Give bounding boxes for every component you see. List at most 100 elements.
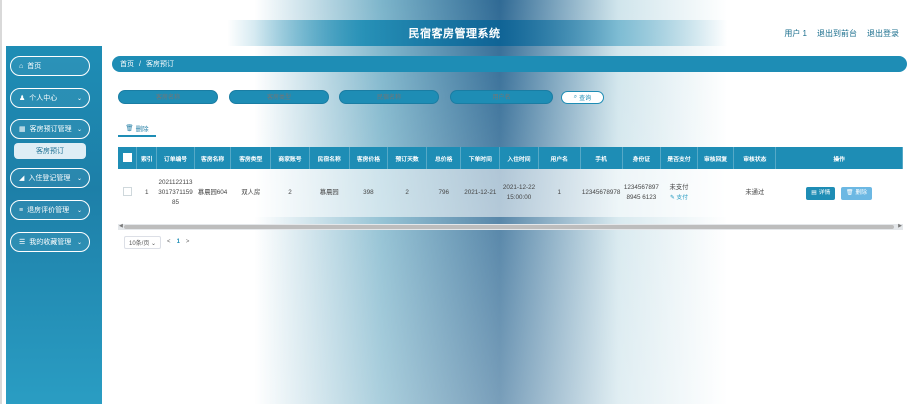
table-header: 订单编号 [156,147,195,169]
chevron-down-icon: ⌄ [76,175,82,182]
scroll-right-arrow-icon[interactable]: ▶ [898,223,902,229]
table-header: 索引 [136,147,158,169]
detail-button-label: 详情 [818,190,831,196]
sidebar-item-label: 我的收藏管理 [29,239,72,246]
room-name-input[interactable] [118,90,218,105]
table-header: 用户名 [538,147,581,169]
select-all-header[interactable] [118,147,138,169]
edit-icon: ✎ [669,195,675,201]
cell-actions: ▤ 详情 🗑 删除 [775,169,903,217]
search-button[interactable]: ⌕ 查询 [561,91,604,104]
cell-checkin-time: 2021-12-22 15:00:00 [499,169,539,217]
detail-icon: ▤ [811,190,817,196]
sidebar-subitem-booking[interactable]: 客房预订 [14,143,86,159]
username-input[interactable] [450,90,553,105]
cell-reply [697,169,734,217]
cell-paid: 未支付 ✎ 支付 [660,169,698,217]
user-icon: ♟ [19,95,26,102]
sidebar-item-booking[interactable]: ▦ 客房预订管理 ⌄ [10,119,90,139]
scrollbar-thumb[interactable] [124,225,894,229]
chevron-down-icon: ⌄ [76,239,82,246]
next-page-button[interactable]: > [186,239,190,245]
menu-icon: ≡ [19,206,24,214]
room-name-field[interactable] [119,91,217,105]
sidebar-item-label: 入住登记管理 [28,175,71,182]
user-label[interactable]: 用户 1 [784,28,807,39]
table-header: 操作 [775,147,903,169]
horizontal-scrollbar[interactable]: ◀ ▶ [118,223,903,230]
pay-link[interactable]: ✎ 支付 [662,193,697,203]
table-header: 民宿名称 [309,147,350,169]
table-header-row: 索引 订单编号 客房名称 客房类型 商家账号 民宿名称 客房价格 预订天数 总价… [118,147,903,169]
cell-room-name: 慕晨园604 [194,169,231,217]
breadcrumb-home[interactable]: 首页 [120,59,134,69]
sidebar-subitem-label: 客房预订 [36,148,64,155]
current-page[interactable]: 1 [177,239,180,245]
row-delete-button-label: 删除 [855,190,868,196]
cell-room-type: 双人房 [230,169,271,217]
delete-button[interactable]: 🗑 删除 [118,121,156,137]
sidebar-item-checkin[interactable]: ◢ 入住登记管理 ⌄ [10,168,90,188]
top-header: 民宿客房管理系统 [0,20,909,46]
cell-days: 2 [387,169,427,217]
room-type-input[interactable] [229,90,329,105]
sidebar-item-label: 退房评价管理 [27,207,70,214]
scroll-left-arrow-icon[interactable]: ◀ [119,223,123,229]
left-edge [0,0,2,404]
homestay-name-field[interactable] [340,91,438,105]
chevron-down-icon: ⌄ [76,126,82,133]
cell-status: 未通过 [733,169,776,217]
sidebar-item-label: 个人中心 [29,95,58,102]
table-header: 客房价格 [349,147,389,169]
cell-order-no: 20211221133017371159 85 [156,169,195,217]
cell-homestay: 慕晨园 [309,169,350,217]
sidebar: ⌂ 首页 ♟ 个人中心 ⌄ ▦ 客房预订管理 ⌄ 客房预订 ◢ 入住登记管理 ⌄… [6,46,102,404]
table-header: 手机 [580,147,623,169]
chevron-down-icon: ⌄ [151,240,157,247]
select-all-checkbox[interactable] [122,152,132,162]
table-header: 商家账号 [270,147,310,169]
grid-icon: ▦ [19,126,26,133]
sidebar-item-home[interactable]: ⌂ 首页 [10,56,90,76]
pay-link-label: 支付 [676,195,689,201]
row-delete-button[interactable]: 🗑 删除 [841,186,873,200]
sidebar-item-label: 首页 [27,63,42,70]
cell-price: 398 [349,169,388,217]
page-size-select[interactable]: 10条/页 ⌄ [124,235,162,249]
table-header: 客房类型 [230,147,272,169]
delete-button-label: 删除 [135,126,149,133]
watermark: CSDN @琪琪 学姐 [778,380,893,395]
paid-status: 未支付 [669,184,689,191]
table-header: 是否支付 [660,147,698,169]
table-row: 1 20211221133017371159 85 慕晨园604 双人房 2 慕… [118,169,903,217]
cell-phone: 12345678978 [580,169,622,217]
cell-index: 1 [136,169,157,217]
home-icon: ⌂ [19,62,24,70]
collect-icon: ☰ [19,239,26,246]
sidebar-item-favorites[interactable]: ☰ 我的收藏管理 ⌄ [10,232,90,252]
table-header: 审核回复 [697,147,735,169]
cell-username: 1 [538,169,581,217]
row-checkbox[interactable] [122,186,132,196]
username-field[interactable] [451,91,552,105]
homestay-name-input[interactable] [339,90,439,105]
back-to-front-link[interactable]: 退出到前台 [817,28,857,39]
room-type-field[interactable] [230,91,328,105]
breadcrumb-current: 客房预订 [145,61,174,68]
logout-link[interactable]: 退出登录 [867,28,899,39]
page-size-label: 10条/页 [129,240,150,247]
sidebar-item-checkout[interactable]: ≡ 退房评价管理 ⌄ [10,200,90,220]
prev-page-button[interactable]: < [167,239,171,245]
table-header: 总价格 [426,147,462,169]
table-header: 客房名称 [194,147,232,169]
trash-icon: 🗑 [846,190,854,196]
cell-merchant: 2 [270,169,310,217]
row-select-cell[interactable] [118,169,137,217]
pagination: 10条/页 ⌄ < 1 > [124,235,190,249]
breadcrumb-separator: / [139,60,141,68]
table-header: 入住时间 [499,147,539,169]
detail-button[interactable]: ▤ 详情 [806,186,836,200]
sidebar-item-label: 客房预订管理 [29,126,72,133]
chevron-down-icon: ⌄ [76,95,82,102]
sidebar-item-personal[interactable]: ♟ 个人中心 ⌄ [10,88,90,108]
